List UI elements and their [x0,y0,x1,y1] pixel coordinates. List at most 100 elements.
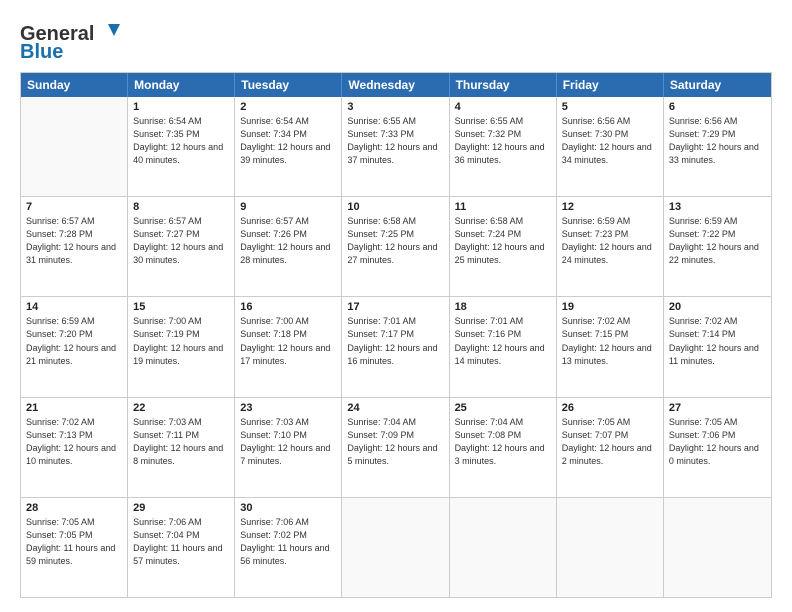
calendar-cell: 16 Sunrise: 7:00 AM Sunset: 7:18 PM Dayli… [235,297,342,396]
header-cell-saturday: Saturday [664,73,771,97]
calendar-cell: 17 Sunrise: 7:01 AM Sunset: 7:17 PM Dayli… [342,297,449,396]
header-cell-thursday: Thursday [450,73,557,97]
calendar-week-1: 7Sunrise: 6:57 AM Sunset: 7:28 PM Daylig… [21,196,771,296]
cell-info: Sunrise: 6:57 AM Sunset: 7:28 PM Dayligh… [26,215,122,267]
calendar-cell: 26Sunrise: 7:05 AM Sunset: 7:07 PM Dayli… [557,398,664,497]
day-number: 21 [26,402,122,414]
calendar-cell: 11 Sunrise: 6:58 AM Sunset: 7:24 PM Dayli… [450,197,557,296]
day-number: 11 [455,201,551,213]
logo-icon: General Blue [20,18,130,62]
header-cell-friday: Friday [557,73,664,97]
calendar-header: SundayMondayTuesdayWednesdayThursdayFrid… [21,73,771,97]
day-number: 23 [240,402,336,414]
day-number: 13 [669,201,766,213]
calendar-cell [664,498,771,597]
day-number: 8 [133,201,229,213]
calendar-cell [450,498,557,597]
calendar-cell: 4 Sunrise: 6:55 AM Sunset: 7:32 PM Daylig… [450,97,557,196]
calendar-cell: 20Sunrise: 7:02 AM Sunset: 7:14 PM Dayli… [664,297,771,396]
calendar-cell: 12 Sunrise: 6:59 AM Sunset: 7:23 PM Dayli… [557,197,664,296]
calendar-cell: 5 Sunrise: 6:56 AM Sunset: 7:30 PM Daylig… [557,97,664,196]
cell-info: Sunrise: 7:05 AM Sunset: 7:05 PM Dayligh… [26,516,122,568]
day-number: 17 [347,301,443,313]
calendar-week-3: 21Sunrise: 7:02 AM Sunset: 7:13 PM Dayli… [21,397,771,497]
cell-info: Sunrise: 6:54 AM Sunset: 7:35 PM Dayligh… [133,115,229,167]
calendar-cell: 2Sunrise: 6:54 AM Sunset: 7:34 PM Daylig… [235,97,342,196]
cell-info: Sunrise: 6:59 AM Sunset: 7:22 PM Dayligh… [669,215,766,267]
calendar-week-2: 14 Sunrise: 6:59 AM Sunset: 7:20 PM Dayli… [21,296,771,396]
calendar-body: 1 Sunrise: 6:54 AM Sunset: 7:35 PM Daylig… [21,97,771,597]
cell-info: Sunrise: 6:55 AM Sunset: 7:32 PM Dayligh… [455,115,551,167]
cell-info: Sunrise: 7:03 AM Sunset: 7:11 PM Dayligh… [133,416,229,468]
calendar-cell: 8 Sunrise: 6:57 AM Sunset: 7:27 PM Daylig… [128,197,235,296]
calendar-cell: 7Sunrise: 6:57 AM Sunset: 7:28 PM Daylig… [21,197,128,296]
cell-info: Sunrise: 7:04 AM Sunset: 7:08 PM Dayligh… [455,416,551,468]
calendar-cell: 10 Sunrise: 6:58 AM Sunset: 7:25 PM Dayli… [342,197,449,296]
calendar-cell: 19 Sunrise: 7:02 AM Sunset: 7:15 PM Dayli… [557,297,664,396]
cell-info: Sunrise: 7:02 AM Sunset: 7:14 PM Dayligh… [669,315,766,367]
calendar-cell: 29Sunrise: 7:06 AM Sunset: 7:04 PM Dayli… [128,498,235,597]
calendar-cell: 25 Sunrise: 7:04 AM Sunset: 7:08 PM Dayli… [450,398,557,497]
calendar: SundayMondayTuesdayWednesdayThursdayFrid… [20,72,772,598]
cell-info: Sunrise: 7:06 AM Sunset: 7:02 PM Dayligh… [240,516,336,568]
svg-text:Blue: Blue [20,41,63,62]
cell-info: Sunrise: 6:56 AM Sunset: 7:30 PM Dayligh… [562,115,658,167]
day-number: 6 [669,101,766,113]
cell-info: Sunrise: 7:04 AM Sunset: 7:09 PM Dayligh… [347,416,443,468]
day-number: 14 [26,301,122,313]
day-number: 26 [562,402,658,414]
calendar-week-4: 28 Sunrise: 7:05 AM Sunset: 7:05 PM Dayli… [21,497,771,597]
cell-info: Sunrise: 6:58 AM Sunset: 7:25 PM Dayligh… [347,215,443,267]
day-number: 10 [347,201,443,213]
header: General Blue [20,18,772,62]
calendar-cell: 22 Sunrise: 7:03 AM Sunset: 7:11 PM Dayli… [128,398,235,497]
calendar-cell: 21Sunrise: 7:02 AM Sunset: 7:13 PM Dayli… [21,398,128,497]
day-number: 1 [133,101,229,113]
calendar-cell: 27 Sunrise: 7:05 AM Sunset: 7:06 PM Dayli… [664,398,771,497]
day-number: 28 [26,502,122,514]
day-number: 30 [240,502,336,514]
calendar-cell [21,97,128,196]
day-number: 18 [455,301,551,313]
cell-info: Sunrise: 6:57 AM Sunset: 7:26 PM Dayligh… [240,215,336,267]
day-number: 2 [240,101,336,113]
calendar-week-0: 1 Sunrise: 6:54 AM Sunset: 7:35 PM Daylig… [21,97,771,196]
header-cell-tuesday: Tuesday [235,73,342,97]
cell-info: Sunrise: 6:56 AM Sunset: 7:29 PM Dayligh… [669,115,766,167]
cell-info: Sunrise: 6:59 AM Sunset: 7:23 PM Dayligh… [562,215,658,267]
cell-info: Sunrise: 6:57 AM Sunset: 7:27 PM Dayligh… [133,215,229,267]
cell-info: Sunrise: 7:00 AM Sunset: 7:19 PM Dayligh… [133,315,229,367]
day-number: 4 [455,101,551,113]
calendar-cell: 23Sunrise: 7:03 AM Sunset: 7:10 PM Dayli… [235,398,342,497]
day-number: 19 [562,301,658,313]
calendar-cell: 13 Sunrise: 6:59 AM Sunset: 7:22 PM Dayli… [664,197,771,296]
cell-info: Sunrise: 6:59 AM Sunset: 7:20 PM Dayligh… [26,315,122,367]
cell-info: Sunrise: 6:55 AM Sunset: 7:33 PM Dayligh… [347,115,443,167]
calendar-cell: 3 Sunrise: 6:55 AM Sunset: 7:33 PM Daylig… [342,97,449,196]
page: General Blue SundayMondayTuesdayWednesda… [0,0,792,612]
day-number: 3 [347,101,443,113]
calendar-cell [557,498,664,597]
cell-info: Sunrise: 6:58 AM Sunset: 7:24 PM Dayligh… [455,215,551,267]
calendar-cell [342,498,449,597]
cell-info: Sunrise: 7:02 AM Sunset: 7:15 PM Dayligh… [562,315,658,367]
calendar-cell: 24Sunrise: 7:04 AM Sunset: 7:09 PM Dayli… [342,398,449,497]
calendar-cell: 9 Sunrise: 6:57 AM Sunset: 7:26 PM Daylig… [235,197,342,296]
calendar-cell: 18Sunrise: 7:01 AM Sunset: 7:16 PM Dayli… [450,297,557,396]
calendar-cell: 15 Sunrise: 7:00 AM Sunset: 7:19 PM Dayli… [128,297,235,396]
day-number: 9 [240,201,336,213]
day-number: 5 [562,101,658,113]
day-number: 12 [562,201,658,213]
cell-info: Sunrise: 7:00 AM Sunset: 7:18 PM Dayligh… [240,315,336,367]
day-number: 25 [455,402,551,414]
calendar-cell: 1 Sunrise: 6:54 AM Sunset: 7:35 PM Daylig… [128,97,235,196]
day-number: 27 [669,402,766,414]
logo: General Blue [20,18,130,62]
cell-info: Sunrise: 7:01 AM Sunset: 7:17 PM Dayligh… [347,315,443,367]
day-number: 29 [133,502,229,514]
day-number: 16 [240,301,336,313]
day-number: 15 [133,301,229,313]
header-cell-monday: Monday [128,73,235,97]
day-number: 22 [133,402,229,414]
cell-info: Sunrise: 7:05 AM Sunset: 7:06 PM Dayligh… [669,416,766,468]
